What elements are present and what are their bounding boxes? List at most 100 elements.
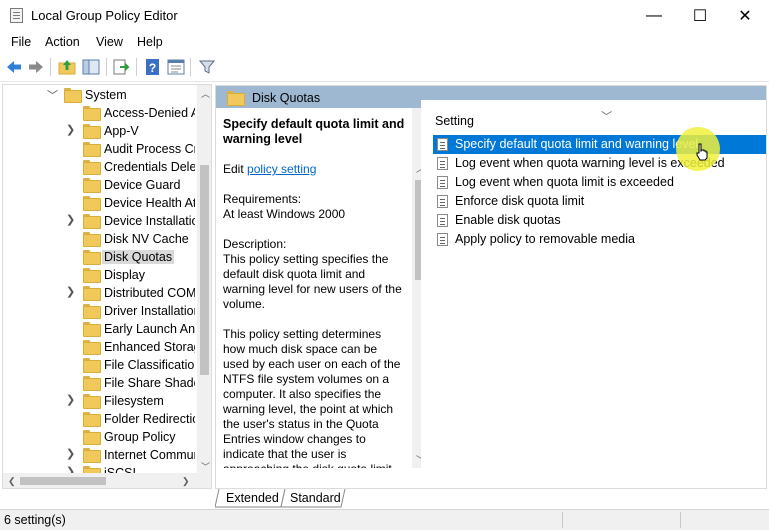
filter-icon[interactable] (198, 58, 216, 76)
requirements-label: Requirements: (223, 192, 302, 206)
tree-item[interactable]: Audit Process Cre (3, 140, 195, 158)
tree-hscroll-thumb[interactable] (20, 477, 106, 485)
folder-icon (83, 106, 101, 121)
folder-icon (227, 91, 245, 106)
tree-item[interactable]: ﹀ System (3, 86, 195, 104)
tree-item[interactable]: ❯ App-V (3, 122, 195, 140)
maximize-button[interactable]: ☐ (677, 0, 723, 31)
tree-item[interactable]: ❯ Distributed COM (3, 284, 195, 302)
setting-row[interactable]: Enforce disk quota limit (433, 192, 766, 211)
tree-item[interactable]: Disk Quotas (3, 248, 195, 266)
folder-icon (83, 268, 101, 283)
show-hide-tree-icon[interactable] (82, 58, 100, 76)
tree-item[interactable]: ❯ Filesystem (3, 392, 195, 410)
description-label: Description: (223, 237, 287, 251)
tree-item[interactable]: Group Policy (3, 428, 195, 446)
menu-file[interactable]: File (11, 35, 31, 49)
edit-policy-setting-link[interactable]: policy setting (247, 162, 316, 176)
back-arrow-icon[interactable] (5, 58, 23, 76)
tree-item[interactable]: File Share Shadov (3, 374, 195, 392)
svg-text:?: ? (149, 61, 156, 75)
folder-icon (83, 286, 101, 301)
properties-icon[interactable] (167, 58, 185, 76)
menu-help[interactable]: Help (137, 35, 163, 49)
chevron-right-icon[interactable]: ❯ (66, 123, 75, 136)
tree-item[interactable]: Disk NV Cache (3, 230, 195, 248)
tree-item[interactable]: File Classification (3, 356, 195, 374)
tree-item-label: Device Installatio (104, 214, 195, 228)
folder-icon (83, 340, 101, 355)
tree-item-label: Disk NV Cache (104, 232, 189, 246)
tab-extended[interactable]: Extended (226, 489, 279, 508)
tree-item[interactable]: Access-Denied A (3, 104, 195, 122)
forward-arrow-icon[interactable] (27, 58, 45, 76)
help-icon[interactable]: ? (144, 58, 162, 76)
tree-item[interactable]: Enhanced Storag (3, 338, 195, 356)
folder-icon (83, 304, 101, 319)
gpedit-app-icon (10, 8, 23, 23)
tree-vertical-scrollbar[interactable]: ︿ ﹀ (197, 85, 211, 473)
setting-row-label: Log event when quota limit is exceeded (455, 175, 674, 189)
policy-setting-icon (437, 195, 448, 208)
menu-action[interactable]: Action (45, 35, 80, 49)
tree-item[interactable]: Device Guard (3, 176, 195, 194)
folder-icon (83, 160, 101, 175)
description-paragraph-2: This policy setting determines how much … (223, 327, 401, 468)
chevron-down-icon[interactable]: ﹀ (47, 87, 58, 103)
policy-setting-icon (437, 138, 448, 151)
scroll-up-icon[interactable]: ︿ (201, 87, 210, 100)
minimize-button[interactable]: — (631, 0, 677, 31)
hand-cursor-icon (696, 143, 708, 161)
policy-setting-icon (437, 214, 448, 227)
tree-horizontal-scrollbar[interactable]: ❮ ❯ (3, 473, 211, 488)
toolbar: ? (0, 53, 769, 82)
up-folder-icon[interactable] (58, 58, 76, 76)
tab-standard[interactable]: Standard (290, 489, 341, 508)
folder-icon (64, 88, 82, 103)
chevron-right-icon[interactable]: ❯ (66, 393, 75, 406)
tree-item[interactable]: Folder Redirectio (3, 410, 195, 428)
chevron-right-icon[interactable]: ❯ (66, 213, 75, 226)
setting-row-label: Specify default quota limit and warning … (455, 137, 699, 151)
status-divider (680, 512, 681, 528)
tree-item-label: Disk Quotas (102, 250, 175, 264)
setting-column-header[interactable]: Setting (435, 114, 474, 128)
tree-item[interactable]: Device Health Att (3, 194, 195, 212)
tree-item-label: App-V (104, 124, 139, 138)
chevron-right-icon[interactable]: ❯ (66, 447, 75, 460)
setting-row[interactable]: Log event when quota limit is exceeded (433, 173, 766, 192)
folder-icon (83, 250, 101, 265)
tree-scroll-thumb[interactable] (200, 165, 209, 375)
chevron-right-icon[interactable]: ❯ (66, 285, 75, 298)
tree-item[interactable]: Display (3, 266, 195, 284)
console-tree: ﹀ System Access-Denied A ❯ App-V Audit Proces… (2, 84, 212, 489)
scroll-down-icon[interactable]: ﹀ (201, 460, 210, 473)
tree-item[interactable]: ❯ Internet Commun (3, 446, 195, 464)
scroll-right-icon[interactable]: ❯ (182, 476, 190, 487)
tree-item[interactable]: Credentials Deleg (3, 158, 195, 176)
folder-icon (83, 448, 101, 463)
toolbar-separator (190, 58, 191, 76)
tree-item-label: Enhanced Storag (104, 340, 195, 354)
tree-item[interactable]: Driver Installation (3, 302, 195, 320)
menu-view[interactable]: View (96, 35, 123, 49)
setting-row[interactable]: Apply policy to removable media (433, 230, 766, 249)
sort-chevron-icon[interactable]: ﹀ (601, 108, 612, 124)
tree-item-label: Driver Installation (104, 304, 195, 318)
setting-row[interactable]: Enable disk quotas (433, 211, 766, 230)
scroll-left-icon[interactable]: ❮ (8, 476, 16, 487)
folder-icon (83, 124, 101, 139)
export-list-icon[interactable] (112, 58, 130, 76)
tree-item[interactable]: Early Launch Ant (3, 320, 195, 338)
tree-item-label: Audit Process Cre (104, 142, 195, 156)
folder-icon (83, 412, 101, 427)
status-divider (562, 512, 563, 528)
tree-item[interactable]: ❯ Device Installatio (3, 212, 195, 230)
view-tabs: Extended Standard (215, 489, 767, 509)
status-text: 6 setting(s) (4, 513, 66, 527)
tree-item-label: Filesystem (104, 394, 164, 408)
tree-item-label: Credentials Deleg (104, 160, 195, 174)
folder-icon (83, 214, 101, 229)
close-button[interactable]: ✕ (722, 0, 768, 31)
toolbar-separator (50, 58, 51, 76)
